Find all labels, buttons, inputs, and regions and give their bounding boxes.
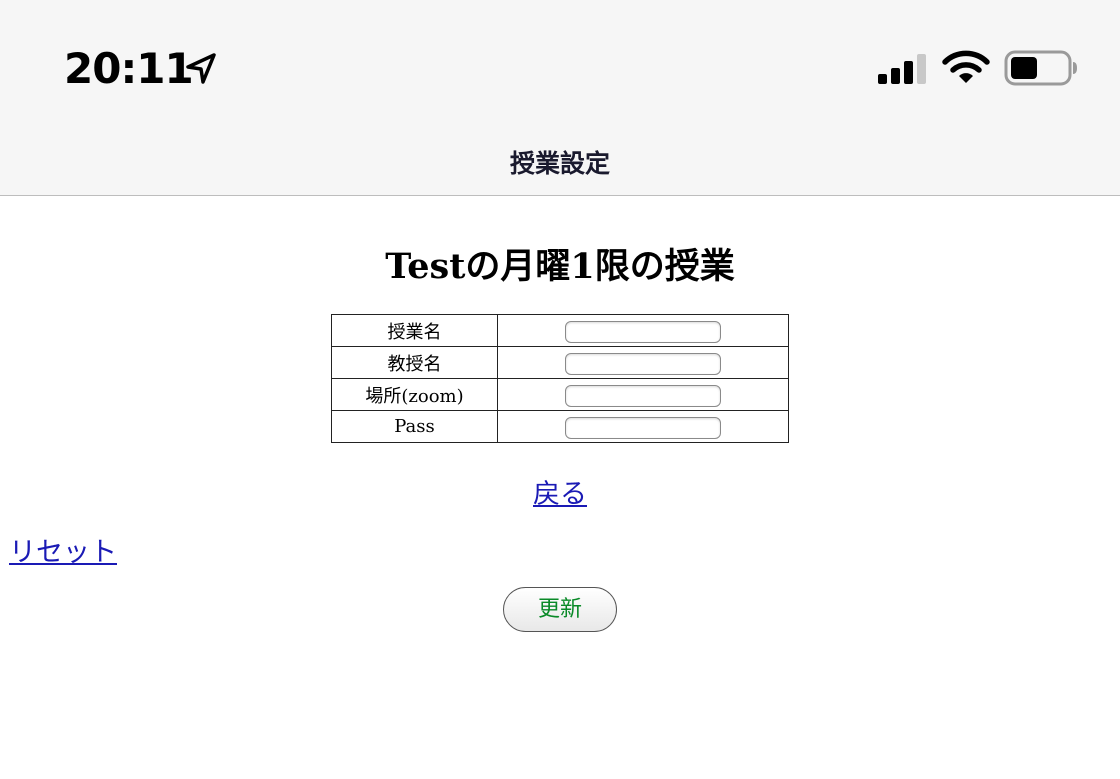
nav-title: 授業設定 bbox=[509, 149, 610, 178]
battery-icon bbox=[1004, 50, 1077, 86]
pass-input[interactable] bbox=[565, 416, 721, 439]
professor-name-input[interactable] bbox=[565, 352, 721, 375]
form-row-professor-name: 教授名 bbox=[331, 346, 789, 379]
page-heading: Testの月曜1限の授業 bbox=[385, 246, 735, 287]
location-input[interactable] bbox=[565, 384, 721, 407]
course-name-label: 授業名 bbox=[331, 314, 498, 347]
location-arrow-icon bbox=[186, 53, 216, 84]
location-label: 場所(zoom) bbox=[331, 378, 498, 411]
navigation-bar: 授業設定 bbox=[0, 120, 1120, 196]
form-row-location: 場所(zoom) bbox=[331, 378, 789, 411]
course-name-input[interactable] bbox=[565, 320, 721, 343]
cellular-signal-icon bbox=[878, 54, 926, 84]
form-row-course-name: 授業名 bbox=[331, 314, 789, 347]
professor-name-label: 教授名 bbox=[331, 346, 498, 379]
reset-link[interactable]: リセット bbox=[9, 537, 117, 568]
wifi-icon bbox=[942, 50, 990, 83]
status-bar: 20:11 bbox=[0, 0, 1120, 120]
form-row-pass: Pass bbox=[331, 410, 789, 443]
pass-label: Pass bbox=[331, 410, 498, 443]
course-form-table: 授業名 教授名 場所(zoom) Pass bbox=[331, 314, 789, 443]
back-link[interactable]: 戻る bbox=[533, 479, 587, 510]
status-time: 20:11 bbox=[64, 44, 194, 93]
update-button[interactable]: 更新 bbox=[503, 587, 617, 632]
